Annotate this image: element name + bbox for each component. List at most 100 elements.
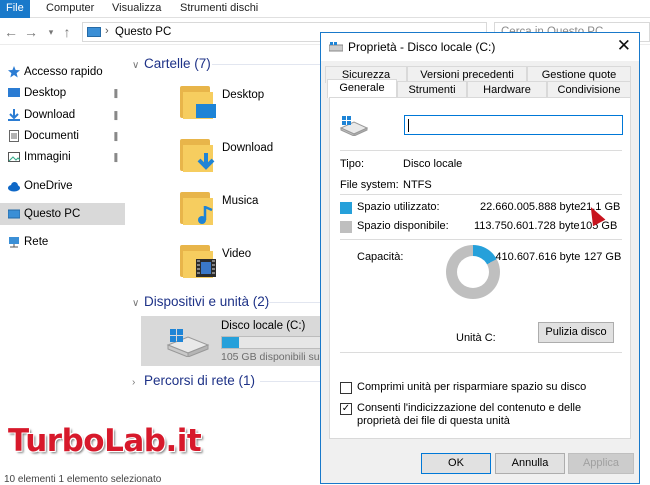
sidebar-item-label: Desktop — [24, 87, 67, 99]
chevron-down-icon: ∨ — [132, 298, 140, 309]
cloud-icon — [8, 182, 20, 192]
sidebar-item-label: Rete — [24, 236, 49, 248]
sidebar-item-accesso-rapido[interactable]: Accesso rapido — [0, 61, 125, 83]
pin-icon[interactable]: ❚ — [112, 125, 120, 147]
index-label[interactable]: Consenti l'indicizzazione del contenuto … — [357, 402, 625, 428]
text-caret — [408, 119, 409, 132]
compress-label[interactable]: Comprimi unità per risparmiare spazio su… — [357, 381, 625, 393]
content-pane: ∨ Cartelle (7) Desktop Download Musica Vi… — [130, 46, 321, 484]
pin-icon[interactable]: ❚ — [112, 146, 120, 168]
star-icon — [8, 66, 20, 78]
folder-label-musica[interactable]: Musica — [222, 195, 258, 207]
ribbon-tab-visualizza[interactable]: Visualizza — [104, 0, 169, 18]
back-arrow-icon[interactable]: ← — [2, 22, 20, 42]
properties-dialog: Proprietà - Disco locale (C:) ✕ Sicurezz… — [320, 32, 640, 484]
group-header-network[interactable]: › Percorsi di rete (1) — [132, 373, 255, 388]
ribbon-tab-computer[interactable]: Computer — [38, 0, 102, 18]
sidebar-item-label: Download — [24, 109, 76, 121]
address-location: Questo PC — [115, 26, 172, 38]
pin-icon[interactable]: ❚ — [112, 82, 120, 104]
pictures-icon — [8, 152, 20, 162]
used-space-bytes: 22.660.005.888 byte — [480, 201, 581, 213]
sidebar-item-desktop[interactable]: Desktop ❚ — [0, 82, 125, 104]
free-space-bytes: 113.750.601.728 byte — [474, 220, 580, 232]
folder-download-icon[interactable] — [180, 137, 218, 173]
folder-label-download[interactable]: Download — [222, 142, 273, 154]
breadcrumb-separator-icon: › — [105, 25, 109, 37]
drive-usage-bar — [221, 336, 321, 349]
sidebar-item-documenti[interactable]: Documenti ❚ — [0, 125, 125, 147]
desktop-badge-icon — [196, 104, 216, 118]
drive-letter-label: Unità C: — [456, 332, 496, 344]
sidebar-item-label: Documenti — [24, 130, 79, 142]
volume-label-input[interactable] — [404, 115, 623, 135]
sidebar-item-rete[interactable]: Rete — [0, 231, 125, 253]
sidebar-item-label: Questo PC — [24, 208, 81, 220]
tab-condivisione[interactable]: Condivisione — [547, 81, 631, 98]
capacity-gb: 127 GB — [584, 251, 622, 263]
dialog-title: Proprietà - Disco locale (C:) — [348, 40, 496, 54]
apply-button[interactable]: Applica — [568, 453, 634, 474]
status-bar: 10 elementi 1 elemento selezionato — [4, 474, 162, 485]
tab-generale[interactable]: Generale — [327, 79, 397, 98]
capacity-label: Capacità: — [357, 251, 404, 263]
folder-label-video[interactable]: Video — [222, 248, 251, 260]
folder-label-desktop[interactable]: Desktop — [222, 89, 264, 101]
divider — [340, 150, 622, 151]
filesystem-value: NTFS — [403, 179, 432, 191]
tab-hardware[interactable]: Hardware — [467, 81, 547, 98]
cancel-button[interactable]: Annulla — [495, 453, 565, 474]
folder-desktop-icon[interactable] — [180, 84, 218, 120]
desktop-icon — [8, 88, 20, 97]
close-icon[interactable]: ✕ — [617, 36, 631, 56]
sidebar-item-label: Accesso rapido — [24, 66, 103, 78]
download-icon — [8, 109, 20, 121]
sidebar-item-questo-pc[interactable]: Questo PC — [0, 203, 125, 225]
folder-video-icon[interactable] — [180, 243, 218, 279]
ribbon-tab-strumenti-dischi[interactable]: Strumenti dischi — [172, 0, 266, 18]
free-space-label: Spazio disponibile: — [357, 220, 449, 232]
folder-music-icon[interactable] — [180, 190, 218, 226]
type-value: Disco locale — [403, 158, 463, 170]
divider — [340, 352, 622, 353]
group-header-label: Percorsi di rete (1) — [144, 373, 256, 388]
sidebar-item-label: Immagini — [24, 151, 71, 163]
sidebar-item-download[interactable]: Download ❚ — [0, 104, 125, 126]
sidebar-item-immagini[interactable]: Immagini ❚ — [0, 146, 125, 168]
this-pc-icon — [87, 27, 101, 37]
drive-free-space: 105 GB disponibili su 127 GB — [221, 351, 321, 363]
general-tab-panel: Tipo: Disco locale File system: NTFS Spa… — [329, 97, 631, 439]
group-header-label: Dispositivi e unità (2) — [144, 294, 270, 309]
hard-drive-icon — [166, 329, 210, 357]
group-header-folders[interactable]: ∨ Cartelle (7) — [132, 56, 211, 71]
used-space-swatch — [340, 202, 352, 214]
navigation-pane: Accesso rapido Desktop ❚ Download ❚ Docu… — [0, 55, 125, 484]
divider — [340, 239, 622, 240]
forward-arrow-icon[interactable]: → — [22, 22, 40, 42]
free-space-swatch — [340, 221, 352, 233]
network-icon — [9, 237, 19, 248]
up-arrow-icon[interactable]: ↑ — [58, 22, 76, 42]
disk-cleanup-button[interactable]: Pulizia disco — [538, 322, 614, 343]
sidebar-item-label: OneDrive — [24, 180, 73, 192]
divider — [340, 194, 622, 195]
type-label: Tipo: — [340, 158, 365, 170]
download-badge-icon — [197, 153, 215, 170]
ribbon-tab-file[interactable]: File — [0, 0, 30, 18]
group-header-devices[interactable]: ∨ Dispositivi e unità (2) — [132, 294, 269, 309]
this-pc-icon — [8, 209, 20, 219]
sidebar-item-onedrive[interactable]: OneDrive — [0, 175, 125, 197]
ok-button[interactable]: OK — [421, 453, 491, 474]
drive-name: Disco locale (C:) — [221, 320, 306, 332]
dialog-titlebar: Proprietà - Disco locale (C:) ✕ — [321, 33, 639, 61]
film-strip-icon — [196, 259, 216, 277]
index-checkbox[interactable]: ✓ — [340, 403, 352, 415]
group-divider — [268, 302, 320, 303]
ribbon: File Computer Visualizza Strumenti disch… — [0, 0, 650, 18]
pin-icon[interactable]: ❚ — [112, 104, 120, 126]
chevron-right-icon: › — [132, 377, 136, 388]
hard-drive-icon — [340, 116, 368, 136]
tab-strumenti[interactable]: Strumenti — [397, 81, 467, 98]
group-divider — [260, 381, 320, 382]
compress-checkbox[interactable] — [340, 382, 352, 394]
